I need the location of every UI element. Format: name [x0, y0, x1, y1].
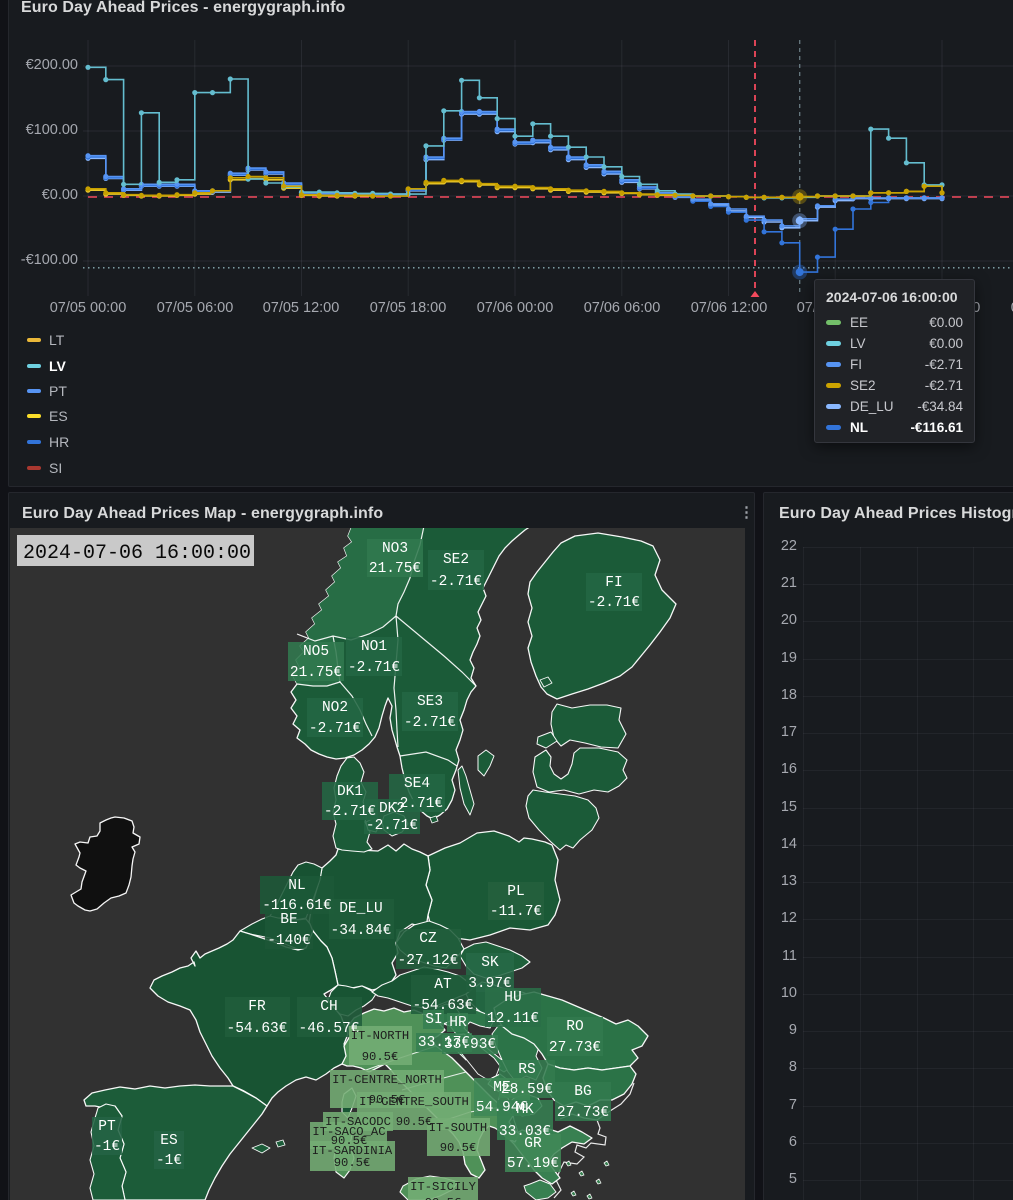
svg-text:SE2: SE2	[443, 552, 469, 568]
svg-text:AT: AT	[434, 977, 452, 993]
svg-text:HU: HU	[504, 990, 521, 1006]
svg-text:BE: BE	[280, 912, 297, 928]
svg-text:90.5€: 90.5€	[440, 1141, 477, 1155]
svg-text:90.5€: 90.5€	[334, 1156, 371, 1170]
svg-text:-34.84€: -34.84€	[331, 923, 392, 939]
svg-text:2024-07-06 16:00:00: 2024-07-06 16:00:00	[23, 542, 251, 565]
svg-text:IT-SOUTH: IT-SOUTH	[429, 1121, 488, 1135]
svg-text:-54.63€: -54.63€	[413, 998, 474, 1014]
svg-text:57.19€: 57.19€	[507, 1156, 559, 1172]
svg-text:IT-SICILY: IT-SICILY	[410, 1180, 477, 1194]
svg-text:BG: BG	[574, 1084, 591, 1100]
svg-text:IT-NORTH: IT-NORTH	[351, 1029, 410, 1043]
svg-text:SE4: SE4	[404, 776, 430, 792]
svg-text:27.73€: 27.73€	[549, 1040, 601, 1056]
svg-text:MK: MK	[516, 1102, 534, 1118]
svg-text:-1€: -1€	[156, 1153, 182, 1169]
svg-text:90.5€: 90.5€	[396, 1115, 433, 1129]
svg-text:RO: RO	[566, 1019, 583, 1035]
svg-text:-2.71€: -2.71€	[348, 660, 400, 676]
svg-text:-27.12€: -27.12€	[398, 953, 459, 969]
svg-text:ES: ES	[160, 1133, 177, 1149]
svg-text:27.73€: 27.73€	[557, 1105, 609, 1121]
svg-text:-2.71€: -2.71€	[430, 574, 482, 590]
svg-text:IT-CENTRE_NORTH: IT-CENTRE_NORTH	[332, 1073, 442, 1087]
svg-text:NO2: NO2	[322, 700, 348, 716]
svg-text:90.5€: 90.5€	[362, 1050, 399, 1064]
svg-text:-11.7€: -11.7€	[490, 904, 542, 920]
svg-text:DK1: DK1	[337, 784, 363, 800]
svg-text:PL: PL	[507, 884, 524, 900]
svg-text:-2.71€: -2.71€	[404, 715, 456, 731]
svg-text:-1€: -1€	[94, 1139, 120, 1155]
svg-text:-2.71€: -2.71€	[309, 721, 361, 737]
svg-text:GR: GR	[524, 1136, 542, 1152]
svg-text:SE3: SE3	[417, 694, 443, 710]
svg-text:-54.63€: -54.63€	[227, 1021, 288, 1037]
svg-text:-140€: -140€	[267, 933, 311, 949]
svg-text:NO3: NO3	[382, 541, 408, 557]
svg-text:NO1: NO1	[361, 639, 387, 655]
svg-text:21.75€: 21.75€	[290, 665, 342, 681]
svg-text:CH: CH	[320, 999, 337, 1015]
svg-text:NO5: NO5	[303, 644, 329, 660]
svg-text:90.5€: 90.5€	[425, 1196, 462, 1200]
svg-text:IT-CENTRE_SOUTH: IT-CENTRE_SOUTH	[359, 1095, 469, 1109]
svg-text:-2.71€: -2.71€	[588, 595, 640, 611]
svg-text:21.75€: 21.75€	[369, 561, 421, 577]
svg-text:PT: PT	[98, 1119, 116, 1135]
svg-text:HR: HR	[449, 1015, 467, 1031]
svg-text:FR: FR	[248, 999, 266, 1015]
svg-text:FI: FI	[605, 575, 622, 591]
svg-text:CZ: CZ	[419, 931, 437, 947]
svg-text:SK: SK	[481, 955, 499, 971]
svg-text:33.93€: 33.93€	[444, 1037, 496, 1053]
svg-text:NL: NL	[288, 878, 305, 894]
svg-text:-2.71€: -2.71€	[366, 818, 418, 834]
svg-text:12.11€: 12.11€	[487, 1011, 539, 1027]
svg-text:DK2: DK2	[379, 801, 405, 817]
svg-text:DE_LU: DE_LU	[339, 901, 383, 917]
svg-text:ME: ME	[493, 1080, 510, 1096]
svg-text:RS: RS	[518, 1062, 535, 1078]
svg-text:SI: SI	[425, 1012, 442, 1028]
